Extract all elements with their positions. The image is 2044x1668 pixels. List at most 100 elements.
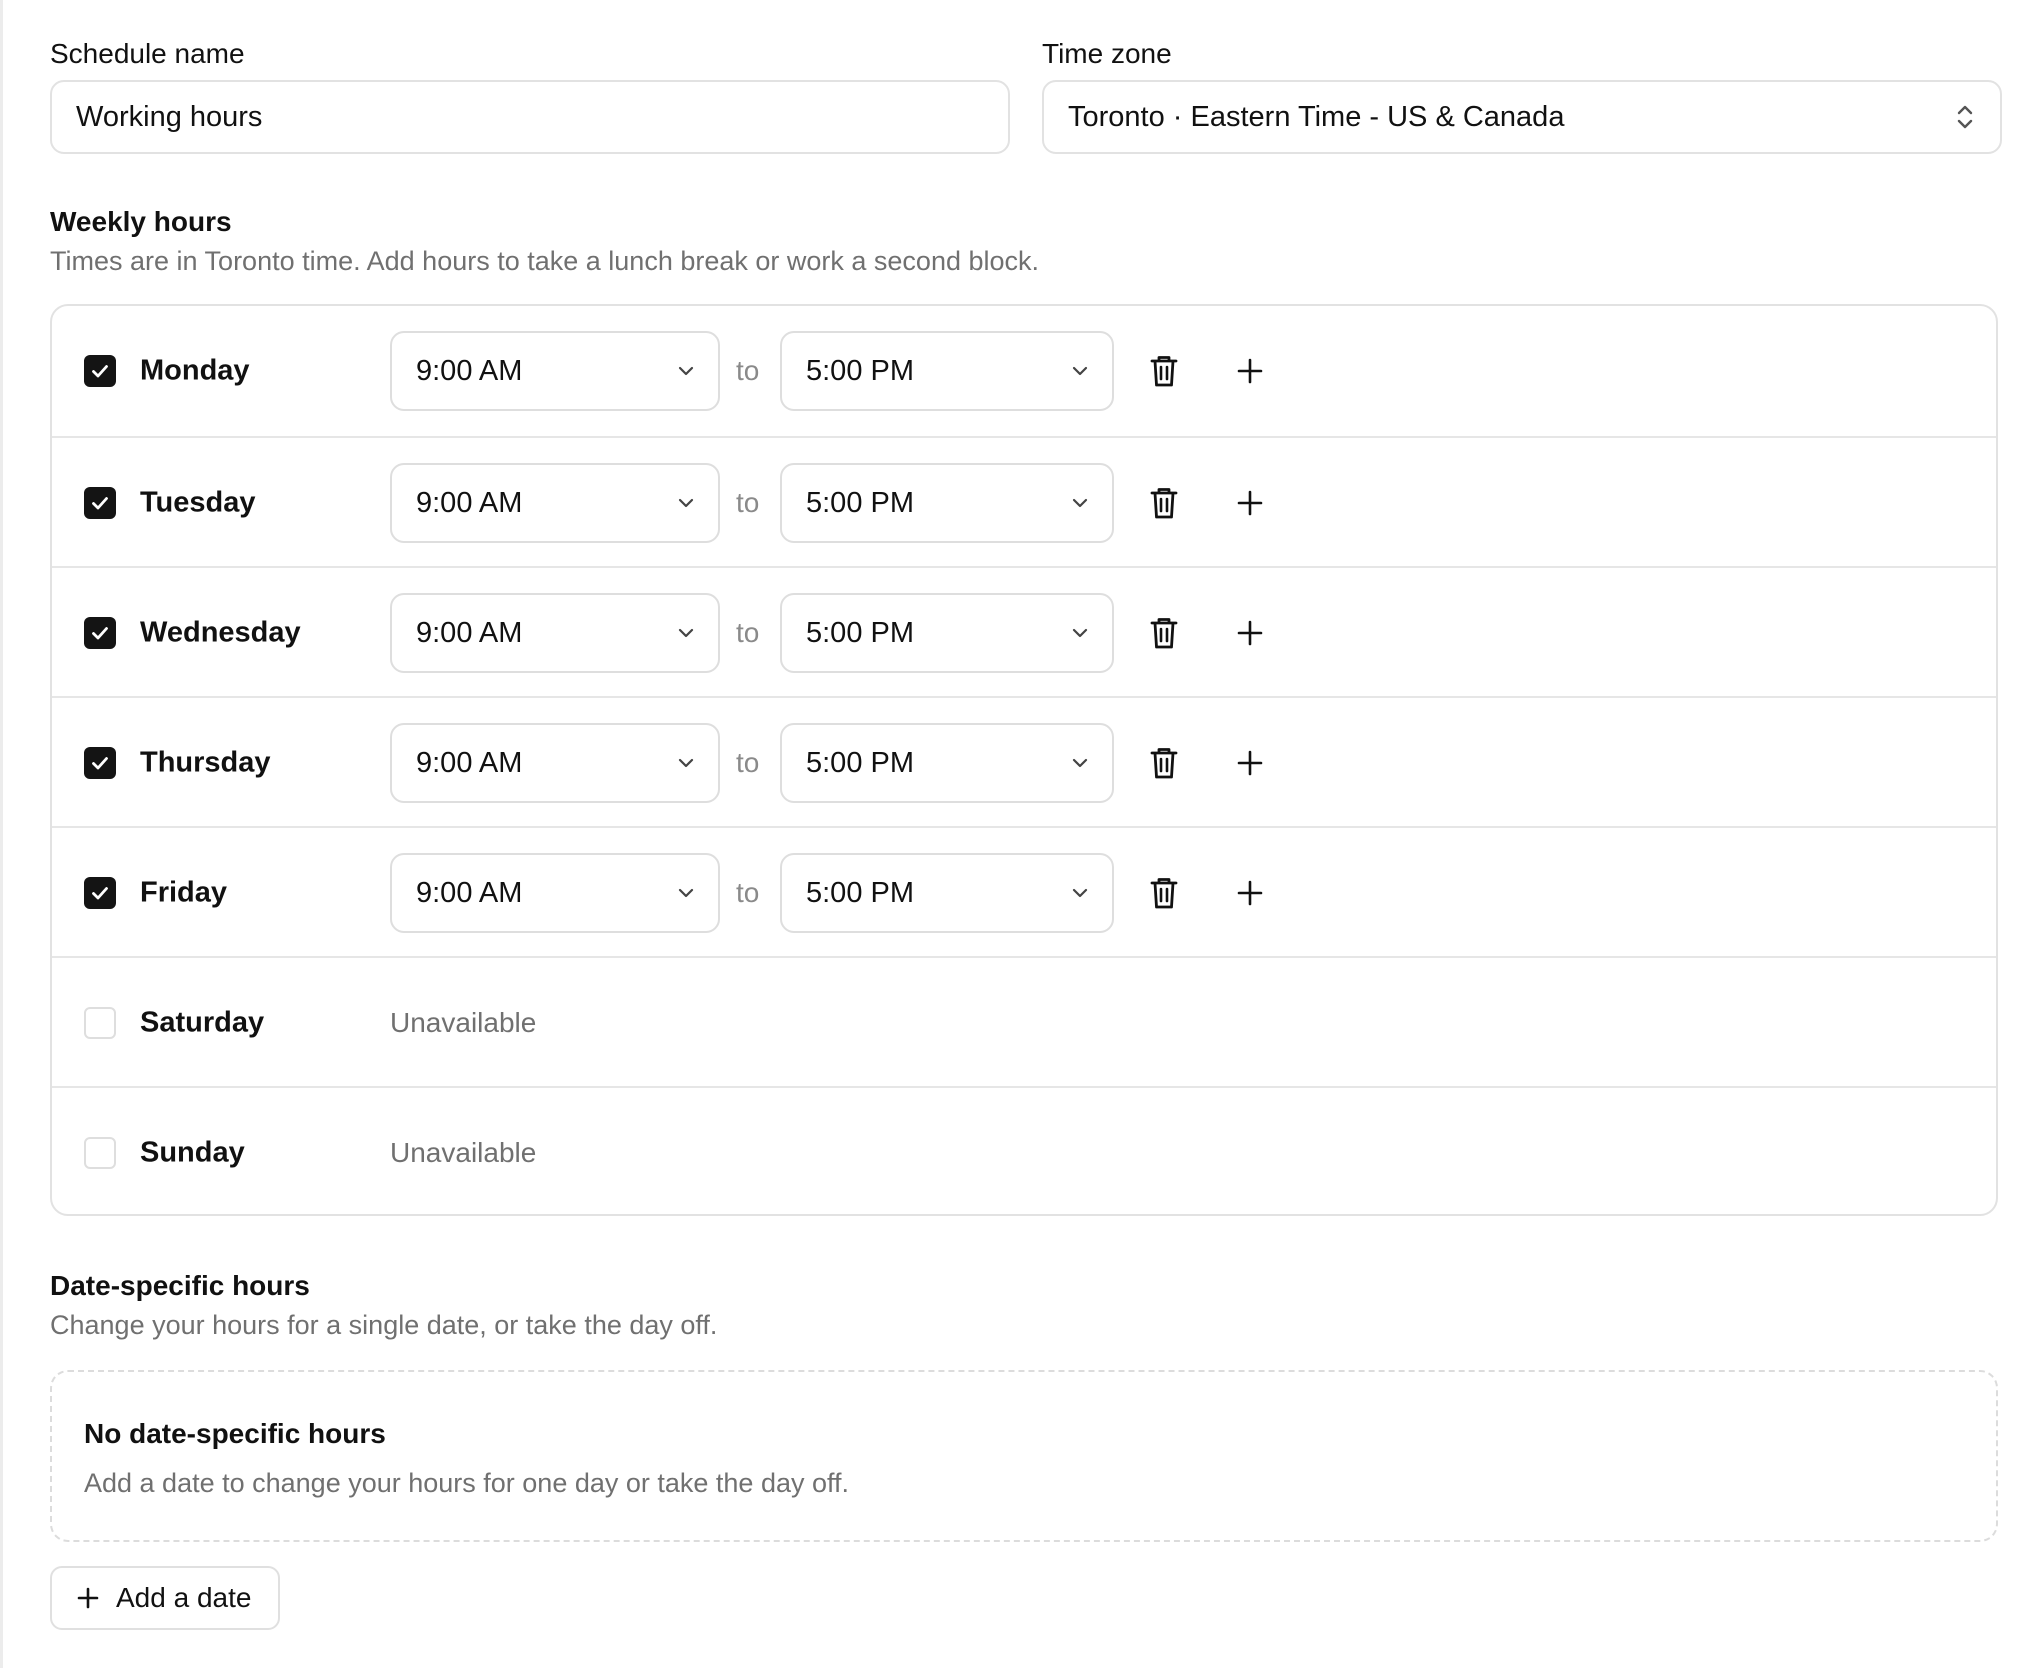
- end-time-value: 5:00 PM: [806, 616, 914, 649]
- end-time-select[interactable]: 5:00 PM: [780, 723, 1114, 803]
- delete-hours-button[interactable]: [1149, 354, 1179, 388]
- end-time-value: 5:00 PM: [806, 876, 914, 909]
- checkbox-wednesday[interactable]: [84, 617, 116, 649]
- check-icon: [92, 757, 108, 770]
- empty-state-title: No date-specific hours: [84, 1418, 386, 1449]
- plus-icon: [1237, 880, 1263, 906]
- add-hours-button[interactable]: [1236, 619, 1264, 647]
- end-time-value: 5:00 PM: [806, 486, 914, 519]
- checkbox-tuesday[interactable]: [84, 487, 116, 519]
- date-specific-description: Change your hours for a single date, or …: [50, 1310, 718, 1340]
- end-time-select[interactable]: 5:00 PM: [780, 593, 1114, 673]
- day-label: Wednesday: [140, 616, 301, 649]
- add-hours-button[interactable]: [1236, 357, 1264, 385]
- chevron-down-icon: [678, 628, 694, 638]
- panel-divider: [0, 0, 3, 1668]
- end-time-select[interactable]: 5:00 PM: [780, 853, 1114, 933]
- checkbox-saturday[interactable]: [84, 1007, 116, 1039]
- day-row-thursday: Thursday 9:00 AM to 5:00 PM: [52, 696, 1996, 826]
- chevron-down-icon: [1072, 366, 1088, 376]
- to-separator: to: [736, 877, 760, 908]
- chevron-down-icon: [1072, 888, 1088, 898]
- chevron-down-icon: [1072, 758, 1088, 768]
- to-separator: to: [736, 355, 760, 386]
- trash-icon: [1150, 618, 1178, 649]
- timezone-select[interactable]: Toronto · Eastern Time - US & Canada: [1042, 80, 2002, 154]
- trash-icon: [1150, 488, 1178, 519]
- weekly-hours-description: Times are in Toronto time. Add hours to …: [50, 246, 1040, 276]
- to-separator: to: [736, 747, 760, 778]
- weekly-hours-title: Weekly hours: [50, 206, 232, 237]
- start-time-value: 9:00 AM: [416, 746, 523, 779]
- plus-icon: [77, 1587, 99, 1609]
- plus-icon: [1237, 620, 1263, 646]
- timezone-label: Time zone: [1042, 38, 1172, 69]
- day-row-sunday: Sunday Unavailable: [52, 1086, 1996, 1214]
- end-time-value: 5:00 PM: [806, 746, 914, 779]
- end-time-select[interactable]: 5:00 PM: [780, 331, 1114, 411]
- check-icon: [92, 497, 108, 510]
- delete-hours-button[interactable]: [1149, 486, 1179, 520]
- add-hours-button[interactable]: [1236, 879, 1264, 907]
- start-time-select[interactable]: 9:00 AM: [390, 723, 720, 803]
- start-time-select[interactable]: 9:00 AM: [390, 593, 720, 673]
- schedule-editor: Schedule name Working hours Time zone To…: [0, 0, 2044, 1668]
- day-row-monday: Monday 9:00 AM to 5:00 PM: [52, 306, 1996, 436]
- start-time-select[interactable]: 9:00 AM: [390, 853, 720, 933]
- delete-hours-button[interactable]: [1149, 616, 1179, 650]
- add-date-label: Add a date: [116, 1582, 252, 1613]
- schedule-name-input[interactable]: Working hours: [50, 80, 1010, 154]
- plus-icon: [1237, 490, 1263, 516]
- chevron-down-icon: [678, 366, 694, 376]
- to-separator: to: [736, 617, 760, 648]
- day-row-tuesday: Tuesday 9:00 AM to 5:00 PM: [52, 436, 1996, 566]
- add-hours-button[interactable]: [1236, 749, 1264, 777]
- checkbox-thursday[interactable]: [84, 747, 116, 779]
- start-time-value: 9:00 AM: [416, 354, 523, 387]
- day-row-friday: Friday 9:00 AM to 5:00 PM: [52, 826, 1996, 956]
- day-row-saturday: Saturday Unavailable: [52, 956, 1996, 1086]
- end-time-value: 5:00 PM: [806, 354, 914, 387]
- day-label: Monday: [140, 354, 250, 387]
- timezone-value: Toronto · Eastern Time - US & Canada: [1068, 100, 1565, 133]
- check-icon: [92, 627, 108, 640]
- unavailable-text: Unavailable: [390, 1137, 537, 1168]
- day-label: Thursday: [140, 746, 271, 779]
- plus-icon: [1237, 750, 1263, 776]
- chevron-down-icon: [1072, 498, 1088, 508]
- day-label: Tuesday: [140, 486, 256, 519]
- checkbox-sunday[interactable]: [84, 1137, 116, 1169]
- start-time-value: 9:00 AM: [416, 616, 523, 649]
- check-icon: [92, 887, 108, 900]
- checkbox-monday[interactable]: [84, 355, 116, 387]
- add-hours-button[interactable]: [1236, 489, 1264, 517]
- start-time-value: 9:00 AM: [416, 876, 523, 909]
- trash-icon: [1150, 878, 1178, 909]
- plus-icon: [1237, 358, 1263, 384]
- add-date-button[interactable]: Add a date: [50, 1566, 280, 1630]
- chevron-down-icon: [678, 498, 694, 508]
- delete-hours-button[interactable]: [1149, 876, 1179, 910]
- check-icon: [92, 365, 108, 378]
- chevron-up-down-icon: [1957, 105, 1973, 129]
- day-row-wednesday: Wednesday 9:00 AM to 5:00 PM: [52, 566, 1996, 696]
- start-time-select[interactable]: 9:00 AM: [390, 331, 720, 411]
- chevron-down-icon: [1072, 628, 1088, 638]
- unavailable-text: Unavailable: [390, 1007, 537, 1038]
- day-label: Friday: [140, 876, 228, 909]
- to-separator: to: [736, 487, 760, 518]
- date-specific-title: Date-specific hours: [50, 1270, 310, 1301]
- schedule-name-label: Schedule name: [50, 38, 245, 69]
- day-label: Sunday: [140, 1136, 245, 1169]
- checkbox-friday[interactable]: [84, 877, 116, 909]
- chevron-down-icon: [678, 888, 694, 898]
- start-time-select[interactable]: 9:00 AM: [390, 463, 720, 543]
- date-specific-empty-state: No date-specific hours Add a date to cha…: [50, 1370, 1998, 1542]
- day-label: Saturday: [140, 1006, 265, 1039]
- trash-icon: [1150, 748, 1178, 779]
- chevron-down-icon: [678, 758, 694, 768]
- schedule-name-value: Working hours: [76, 100, 263, 133]
- delete-hours-button[interactable]: [1149, 746, 1179, 780]
- start-time-value: 9:00 AM: [416, 486, 523, 519]
- end-time-select[interactable]: 5:00 PM: [780, 463, 1114, 543]
